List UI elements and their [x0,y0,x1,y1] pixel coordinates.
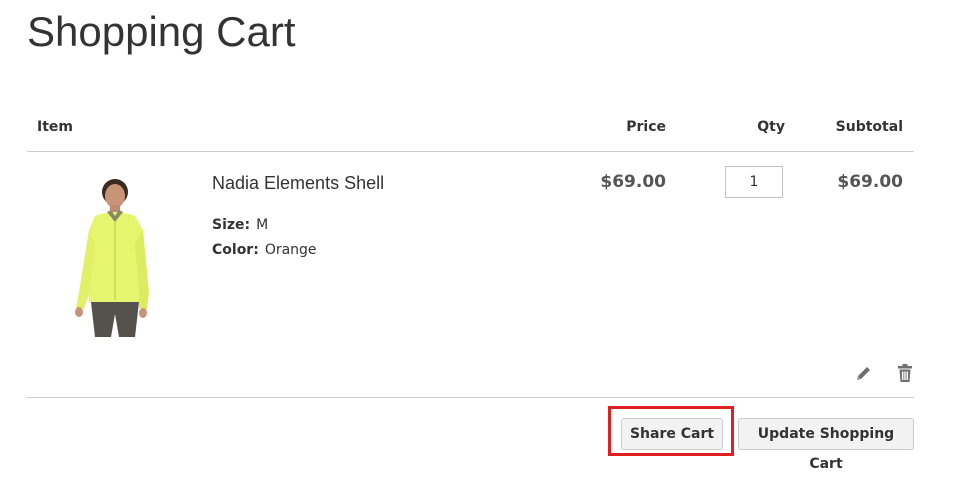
option-label: Size: [212,217,251,233]
column-header-item: Item [37,119,73,135]
table-divider [27,397,914,398]
column-header-subtotal: Subtotal [835,119,903,135]
pencil-icon[interactable] [854,363,874,383]
item-subtotal: $69.00 [837,172,903,192]
page-title: Shopping Cart [27,8,296,55]
update-shopping-cart-button[interactable]: Update Shopping Cart [738,418,914,472]
qty-input[interactable] [725,166,783,198]
product-option-size: Size: M [212,216,268,234]
trash-icon[interactable] [895,363,915,383]
share-cart-button[interactable]: Share Cart [621,418,723,450]
table-divider [27,151,914,152]
option-label: Color: [212,242,259,258]
item-price: $69.00 [600,172,666,192]
product-option-color: Color: Orange [212,241,317,259]
option-value: Orange [264,242,317,258]
option-value: M [256,217,269,233]
product-image[interactable] [43,172,173,337]
product-name-link[interactable]: Nadia Elements Shell [212,172,384,194]
woman-in-jacket-photo [43,172,173,337]
column-header-qty: Qty [757,119,785,135]
column-header-price: Price [626,119,666,135]
